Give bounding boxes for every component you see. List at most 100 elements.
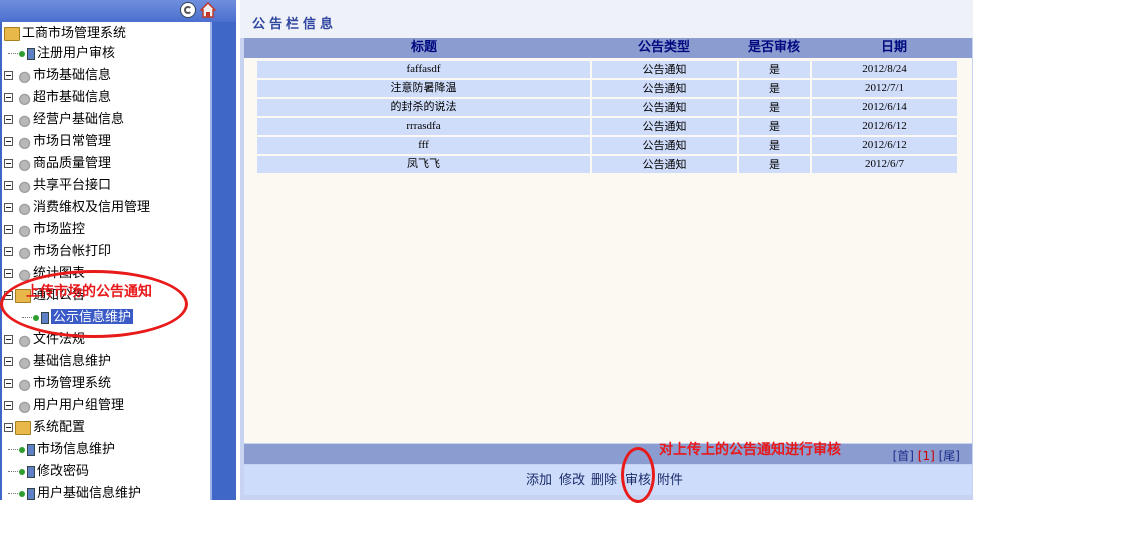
table-row[interactable]: fff 公告通知是 2012/6/12 xyxy=(257,137,957,154)
expand-toggle-icon[interactable] xyxy=(4,423,13,432)
cell-type: 公告通知 xyxy=(592,137,737,154)
cell-title[interactable]: faffasdf xyxy=(257,61,590,78)
cell-title[interactable]: 的封杀的说法 xyxy=(257,99,590,116)
title-bar: 公告栏信息 xyxy=(240,0,973,38)
document-icon xyxy=(27,487,35,500)
cell-reviewed: 是 xyxy=(739,137,810,154)
annotation-upload-note: 上传市场的公告通知 xyxy=(26,284,152,300)
tree-connector xyxy=(8,449,18,450)
expand-toggle-icon[interactable] xyxy=(4,93,13,102)
tree-item[interactable]: 共享平台接口 xyxy=(4,175,111,195)
delete-button[interactable]: 删除 xyxy=(591,469,617,488)
tree-item[interactable]: 系统配置 xyxy=(4,417,85,437)
edit-button[interactable]: 修改 xyxy=(559,469,585,488)
tree-item[interactable]: 注册用户审核 xyxy=(8,43,115,63)
cell-date: 2012/6/7 xyxy=(812,156,957,173)
expand-toggle-icon[interactable] xyxy=(4,203,13,212)
tree-item[interactable]: 基础信息维护 xyxy=(4,351,111,371)
tree-item[interactable]: 修改密码 xyxy=(8,461,89,481)
expand-toggle-icon[interactable] xyxy=(4,71,13,80)
bullet-icon xyxy=(19,50,25,57)
cell-date: 2012/6/12 xyxy=(812,118,957,135)
tree-item-label: 基础信息维护 xyxy=(33,353,112,368)
tree-connector xyxy=(8,53,18,54)
expand-toggle-icon[interactable] xyxy=(4,401,13,410)
table-row[interactable]: faffasdf 公告通知是 2012/8/24 xyxy=(257,61,957,78)
tree-item-label: 消费维权及信用管理 xyxy=(33,199,151,214)
tree-item[interactable]: 用户基础信息维护 xyxy=(8,483,141,500)
column-reviewed[interactable]: 是否审核 xyxy=(724,38,824,58)
expand-toggle-icon[interactable] xyxy=(4,159,13,168)
cell-reviewed: 是 xyxy=(739,80,810,97)
annotation-review-note: 对上传上的公告通知进行审核 xyxy=(659,442,841,458)
tree-item-label: 市场基础信息 xyxy=(33,67,112,82)
cell-title[interactable]: rrrasdfa xyxy=(257,118,590,135)
cell-title[interactable]: 凤飞飞 xyxy=(257,156,590,173)
tree-item[interactable]: 市场台帐打印 xyxy=(4,241,111,261)
tree-item-label: 商品质量管理 xyxy=(33,155,112,170)
table-row[interactable]: 注意防暑降温 公告通知是 2012/7/1 xyxy=(257,80,957,97)
tree-item[interactable]: 商品质量管理 xyxy=(4,153,111,173)
gear-icon xyxy=(15,134,31,149)
cell-title[interactable]: 注意防暑降温 xyxy=(257,80,590,97)
column-title[interactable]: 标题 xyxy=(324,38,524,58)
gear-icon xyxy=(15,200,31,215)
page-title: 公告栏信息 xyxy=(252,17,338,32)
add-button[interactable]: 添加 xyxy=(526,469,552,488)
tree-item-label: 超市基础信息 xyxy=(33,89,112,104)
gear-icon xyxy=(15,90,31,105)
cell-type: 公告通知 xyxy=(592,156,737,173)
cell-type: 公告通知 xyxy=(592,99,737,116)
expand-toggle-icon[interactable] xyxy=(4,379,13,388)
table-row[interactable]: 的封杀的说法 公告通知是 2012/6/14 xyxy=(257,99,957,116)
expand-toggle-icon[interactable] xyxy=(4,137,13,146)
cell-type: 公告通知 xyxy=(592,61,737,78)
navigation-tree: 工商市场管理系统 注册用户审核市场基础信息 超市基础信息经营户基础信息 市场日常管理… xyxy=(2,22,212,500)
tree-item[interactable]: 用户用户组管理 xyxy=(4,395,124,415)
expand-toggle-icon[interactable] xyxy=(4,115,13,124)
tree-root[interactable]: 工商市场管理系统 xyxy=(4,23,126,43)
gear-icon xyxy=(15,68,31,83)
expand-toggle-icon[interactable] xyxy=(4,269,13,278)
tree-item[interactable]: 经营户基础信息 xyxy=(4,109,124,129)
pager-current[interactable]: [1] xyxy=(918,449,935,463)
gear-icon xyxy=(15,376,31,391)
tree-item[interactable]: 市场管理系统 xyxy=(4,373,111,393)
tree-item[interactable]: 市场监控 xyxy=(4,219,85,239)
table-row[interactable]: 凤飞飞 公告通知是 2012/6/7 xyxy=(257,156,957,173)
tree-item[interactable]: 消费维权及信用管理 xyxy=(4,197,150,217)
cell-reviewed: 是 xyxy=(739,118,810,135)
cell-date: 2012/6/14 xyxy=(812,99,957,116)
gear-icon xyxy=(15,354,31,369)
expand-toggle-icon[interactable] xyxy=(4,181,13,190)
pager-last[interactable]: [尾] xyxy=(939,449,960,463)
pager: [首] [1] [尾] xyxy=(893,447,960,464)
expand-toggle-icon[interactable] xyxy=(4,247,13,256)
gear-icon xyxy=(15,156,31,171)
table-row[interactable]: rrrasdfa 公告通知是 2012/6/12 xyxy=(257,118,957,135)
expand-toggle-icon[interactable] xyxy=(4,225,13,234)
bullet-icon xyxy=(19,446,25,453)
document-icon xyxy=(27,443,35,456)
column-type[interactable]: 公告类型 xyxy=(614,38,714,58)
document-icon xyxy=(27,465,35,478)
left-panel: 工商市场管理系统 注册用户审核市场基础信息 超市基础信息经营户基础信息 市场日常管理… xyxy=(0,0,236,500)
tree-item-label: 共享平台接口 xyxy=(33,177,112,192)
tree-connector xyxy=(8,493,18,494)
expand-toggle-icon[interactable] xyxy=(4,335,13,344)
column-date[interactable]: 日期 xyxy=(844,38,944,58)
cell-title[interactable]: fff xyxy=(257,137,590,154)
cell-reviewed: 是 xyxy=(739,61,810,78)
notice-table: 标题 公告类型 是否审核 日期 faffasdf 公告通知是 2012/8/24 注意… xyxy=(244,38,972,443)
refresh-icon[interactable] xyxy=(180,2,196,18)
cell-date: 2012/7/1 xyxy=(812,80,957,97)
home-icon[interactable] xyxy=(199,1,217,18)
tree-item[interactable]: 市场信息维护 xyxy=(8,439,115,459)
tree-item[interactable]: 超市基础信息 xyxy=(4,87,111,107)
gear-icon xyxy=(15,222,31,237)
pager-first[interactable]: [首] xyxy=(893,449,914,463)
expand-toggle-icon[interactable] xyxy=(4,357,13,366)
tree-item[interactable]: 市场基础信息 xyxy=(4,65,111,85)
tree-item[interactable]: 市场日常管理 xyxy=(4,131,111,151)
attach-button[interactable]: 附件 xyxy=(657,469,683,488)
